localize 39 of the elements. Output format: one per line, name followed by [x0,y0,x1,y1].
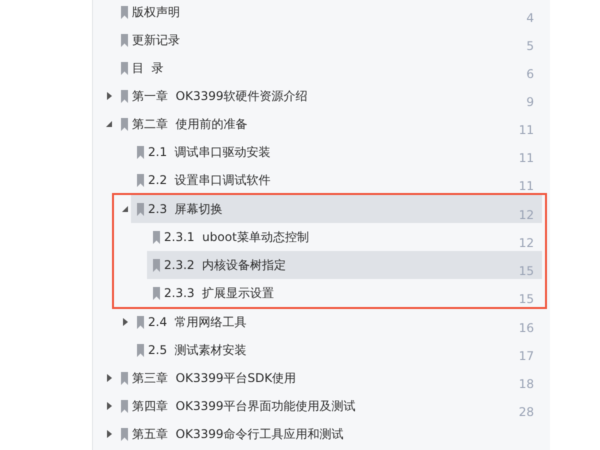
outline-item[interactable]: 2.2 设置串口调试软件 11 [131,166,542,194]
collapsed-arrow-icon[interactable] [106,402,112,410]
outline-item[interactable]: 第二章 使用前的准备 11 [115,110,542,138]
collapsed-arrow-icon[interactable] [106,430,112,438]
outline-item[interactable]: 第四章 OK3399平台界面功能使用及测试 28 [115,392,542,420]
outline-item[interactable]: 2.3.1 uboot菜单动态控制 12 [147,223,542,251]
bookmark-icon [121,428,128,440]
bookmark-icon [121,372,128,384]
collapsed-arrow-icon[interactable] [122,318,128,326]
bookmark-icon [121,118,128,130]
outline-item[interactable]: 2.3.2 内核设备树指定 15 [147,251,542,279]
bookmark-icon [121,400,128,412]
outline-item[interactable]: 目 录 6 [115,54,542,82]
collapsed-arrow-icon[interactable] [106,374,112,382]
outline-item[interactable]: 2.5 测试素材安装 17 [131,336,542,364]
bookmark-icon [153,258,160,272]
bookmark-icon [121,6,128,18]
bookmark-icon [153,286,160,300]
outline-item[interactable]: 版权声明 4 [115,0,542,26]
bookmark-icon [121,62,128,74]
outline-item[interactable]: 2.3.3 扩展显示设置 15 [147,279,542,307]
outline-item[interactable]: 2.4 常用网络工具 16 [131,308,542,336]
outline-item[interactable]: 第五章 OK3399命令行工具应用和测试 [115,420,542,448]
outline-item[interactable]: 第一章 OK3399软硬件资源介绍 9 [115,82,542,110]
outline-item[interactable]: 2.3 屏幕切换 12 [131,195,542,223]
bookmark-icon [153,230,160,244]
bookmark-icon [137,202,144,216]
bookmark-icon [121,34,128,46]
outline-item[interactable]: 更新记录 5 [115,26,542,54]
collapsed-arrow-icon[interactable] [106,92,112,100]
bookmark-icon [137,344,144,356]
bookmark-icon [137,174,144,186]
expanded-arrow-icon[interactable] [122,206,128,212]
expanded-arrow-icon[interactable] [106,121,112,127]
bookmark-icon [137,316,144,328]
bookmark-icon [121,90,128,102]
bookmark-icon [137,146,144,158]
outline-item[interactable]: 第三章 OK3399平台SDK使用 18 [115,364,542,392]
outline-item[interactable]: 2.1 调试串口驱动安装 11 [131,138,542,166]
